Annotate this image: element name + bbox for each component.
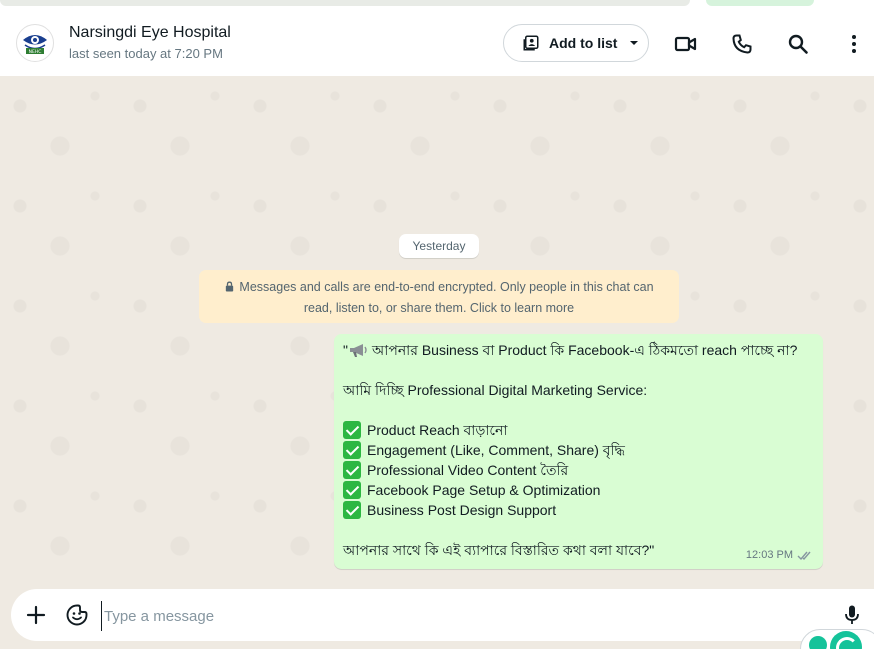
top-strip-right bbox=[706, 0, 814, 6]
message-meta: 12:03 PM bbox=[746, 545, 813, 565]
chevron-down-icon bbox=[630, 41, 639, 45]
message-spacer bbox=[343, 400, 813, 420]
avatar[interactable]: NEHC bbox=[16, 24, 54, 62]
grammarly-small-icon bbox=[809, 636, 827, 649]
lock-icon bbox=[226, 281, 234, 292]
microphone-icon[interactable] bbox=[840, 603, 864, 627]
encryption-notice-line1: Messages and calls are end-to-end encryp… bbox=[223, 277, 655, 298]
encryption-notice-line2: read, listen to, or share them. Click to… bbox=[303, 301, 575, 315]
message-composer bbox=[11, 589, 874, 641]
check-mark-icon bbox=[343, 421, 361, 439]
grammarly-widget[interactable] bbox=[800, 629, 874, 649]
last-seen-status: last seen today at 7:20 PM bbox=[69, 46, 223, 61]
voice-call-icon[interactable] bbox=[730, 32, 754, 56]
plus-icon[interactable] bbox=[25, 604, 47, 626]
message-line-2: আমি দিচ্ছি Professional Digital Marketin… bbox=[343, 382, 648, 398]
hospital-logo-icon: NEHC bbox=[18, 26, 52, 60]
outgoing-message-bubble[interactable]: " আপনার Business বা Product কি Facebook-এ… bbox=[334, 334, 823, 569]
sticker-icon[interactable] bbox=[65, 603, 89, 627]
message-time: 12:03 PM bbox=[745, 549, 793, 561]
add-to-list-button[interactable]: Add to list bbox=[503, 24, 649, 62]
menu-more-icon[interactable] bbox=[842, 32, 866, 56]
video-call-icon[interactable] bbox=[674, 32, 698, 56]
message-list-item: Engagement (Like, Comment, Share) বৃদ্ধি bbox=[343, 440, 813, 460]
check-mark-icon bbox=[343, 481, 361, 499]
message-list-item: Product Reach বাড়ানো bbox=[343, 420, 813, 440]
megaphone-icon bbox=[349, 344, 367, 357]
message-list-item: Business Post Design Support bbox=[343, 500, 813, 520]
message-spacer bbox=[343, 520, 813, 540]
svg-text:NEHC: NEHC bbox=[29, 49, 42, 55]
message-list-item: Professional Video Content তৈরি bbox=[343, 460, 813, 480]
check-mark-icon bbox=[343, 461, 361, 479]
add-to-list-label: Add to list bbox=[549, 35, 618, 51]
message-closing: আপনার সাথে কি এই ব্যাপারে বিস্তারিত কথা … bbox=[343, 542, 655, 558]
message-input[interactable] bbox=[101, 601, 806, 631]
encryption-notice[interactable]: Messages and calls are end-to-end encryp… bbox=[199, 270, 679, 323]
search-icon[interactable] bbox=[786, 32, 810, 56]
double-check-icon bbox=[797, 551, 811, 560]
message-spacer bbox=[343, 360, 813, 380]
add-to-list-icon bbox=[523, 35, 539, 51]
contact-name[interactable]: Narsingdi Eye Hospital bbox=[69, 24, 231, 42]
chat-header: NEHC Narsingdi Eye Hospital last seen to… bbox=[0, 12, 874, 76]
chat-area[interactable]: Yesterday Messages and calls are end-to-… bbox=[0, 76, 874, 586]
message-line-1: " আপনার Business বা Product কি Facebook-এ… bbox=[343, 342, 798, 358]
top-strip-left bbox=[0, 0, 690, 6]
message-list-item: Facebook Page Setup & Optimization bbox=[343, 480, 813, 500]
check-mark-icon bbox=[343, 441, 361, 459]
check-mark-icon bbox=[343, 501, 361, 519]
date-separator: Yesterday bbox=[399, 234, 479, 258]
